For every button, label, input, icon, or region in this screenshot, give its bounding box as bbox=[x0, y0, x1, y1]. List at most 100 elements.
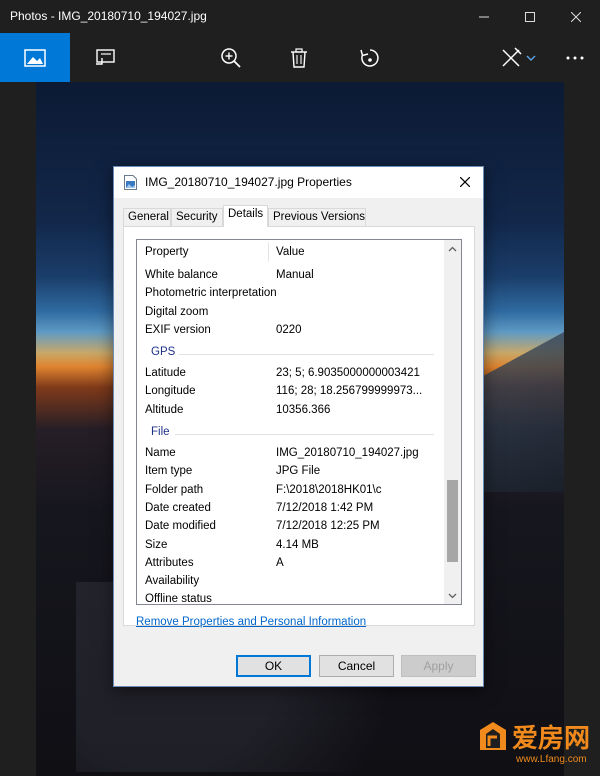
property-value: 7/12/2018 12:25 PM bbox=[276, 520, 380, 532]
close-button[interactable] bbox=[553, 0, 599, 33]
dialog-title-bar: IMG_20180710_194027.jpg Properties bbox=[114, 167, 483, 198]
list-item[interactable]: Date created 7/12/2018 1:42 PM bbox=[137, 500, 442, 518]
maximize-icon bbox=[525, 11, 535, 22]
scroll-down-button[interactable] bbox=[444, 587, 461, 604]
list-item[interactable]: Name IMG_20180710_194027.jpg bbox=[137, 445, 442, 463]
chevron-down-icon bbox=[448, 593, 457, 598]
minimize-icon bbox=[479, 16, 489, 17]
property-name: Folder path bbox=[145, 484, 204, 496]
column-divider[interactable] bbox=[268, 242, 269, 262]
view-image-button[interactable] bbox=[0, 33, 70, 82]
list-item[interactable]: Availability bbox=[137, 573, 442, 591]
rotate-button[interactable] bbox=[345, 33, 395, 82]
group-label: File bbox=[151, 426, 170, 438]
list-item[interactable]: EXIF version 0220 bbox=[137, 322, 442, 340]
list-item[interactable]: Attributes A bbox=[137, 555, 442, 573]
slideshow-button[interactable] bbox=[80, 33, 130, 82]
property-value: A bbox=[276, 557, 284, 569]
list-item[interactable]: Folder path F:\2018\2018HK01\c bbox=[137, 482, 442, 500]
property-name: Photometric interpretation bbox=[145, 287, 277, 299]
dialog-title: IMG_20180710_194027.jpg Properties bbox=[145, 175, 352, 189]
column-header: Property Value bbox=[137, 240, 442, 264]
property-name: Item type bbox=[145, 465, 193, 477]
list-item[interactable]: Date modified 7/12/2018 12:25 PM bbox=[137, 518, 442, 536]
group-divider bbox=[179, 354, 434, 355]
tab-general[interactable]: General bbox=[123, 208, 171, 227]
scroll-up-button[interactable] bbox=[444, 240, 461, 257]
property-value: IMG_20180710_194027.jpg bbox=[276, 447, 419, 459]
properties-dialog: IMG_20180710_194027.jpg Properties Gener… bbox=[113, 166, 484, 687]
rotate-icon bbox=[360, 48, 379, 67]
cancel-button[interactable]: Cancel bbox=[319, 655, 394, 677]
ok-button[interactable]: OK bbox=[236, 655, 311, 677]
edit-button[interactable] bbox=[488, 33, 548, 82]
property-name: White balance bbox=[145, 269, 218, 281]
vertical-scrollbar[interactable] bbox=[444, 240, 461, 604]
chevron-down-icon bbox=[526, 55, 536, 61]
list-item[interactable]: Latitude 23; 5; 6.9035000000003421 bbox=[137, 365, 442, 383]
property-value: Manual bbox=[276, 269, 314, 281]
more-button[interactable] bbox=[552, 33, 598, 82]
chevron-up-icon bbox=[448, 246, 457, 251]
list-item[interactable]: Altitude 10356.366 bbox=[137, 402, 442, 420]
property-name: Digital zoom bbox=[145, 306, 209, 318]
watermark-text: 爱房网 bbox=[512, 724, 591, 754]
dialog-close-button[interactable] bbox=[454, 171, 476, 193]
group-header-gps: GPS bbox=[137, 344, 442, 362]
window-title: Photos - IMG_20180710_194027.jpg bbox=[10, 9, 207, 23]
property-name: Attributes bbox=[145, 557, 194, 569]
tab-previous-versions[interactable]: Previous Versions bbox=[268, 208, 366, 227]
title-bar: Photos - IMG_20180710_194027.jpg bbox=[0, 0, 600, 33]
zoom-icon bbox=[221, 47, 241, 68]
property-name: Date modified bbox=[145, 520, 216, 532]
more-icon bbox=[566, 56, 584, 59]
property-name: Offline status bbox=[145, 593, 212, 605]
property-value: 7/12/2018 1:42 PM bbox=[276, 502, 374, 514]
edit-icon bbox=[502, 46, 522, 67]
list-item[interactable]: Item type JPG File bbox=[137, 463, 442, 481]
delete-button[interactable] bbox=[274, 33, 324, 82]
property-name: EXIF version bbox=[145, 324, 211, 336]
delete-icon bbox=[291, 47, 307, 68]
list-item[interactable]: White balance Manual bbox=[137, 267, 442, 285]
tab-security[interactable]: Security bbox=[171, 208, 223, 227]
property-value: JPG File bbox=[276, 465, 321, 477]
scrollbar-thumb[interactable] bbox=[447, 480, 458, 562]
list-item[interactable]: Longitude 116; 28; 18.256799999973... bbox=[137, 383, 442, 401]
list-item[interactable]: Digital zoom bbox=[137, 304, 442, 322]
group-divider bbox=[175, 434, 434, 435]
property-value: 23; 5; 6.9035000000003421 bbox=[276, 367, 420, 379]
property-value: 4.14 MB bbox=[276, 539, 319, 551]
property-name: Longitude bbox=[145, 385, 196, 397]
list-item[interactable]: Offline status bbox=[137, 591, 442, 605]
close-icon bbox=[460, 177, 470, 187]
list-item[interactable]: Photometric interpretation bbox=[137, 285, 442, 303]
property-name: Altitude bbox=[145, 404, 184, 416]
watermark: 爱房网 www.Lfang.com bbox=[476, 716, 596, 772]
details-panel: Property Value White balance Manual Phot… bbox=[123, 226, 475, 626]
watermark-logo-icon bbox=[480, 722, 506, 750]
group-label: GPS bbox=[151, 346, 176, 358]
close-icon bbox=[571, 11, 581, 22]
toolbar bbox=[0, 33, 600, 82]
remove-properties-link[interactable]: Remove Properties and Personal Informati… bbox=[136, 616, 366, 628]
property-name: Latitude bbox=[145, 367, 186, 379]
apply-button[interactable]: Apply bbox=[401, 655, 476, 677]
zoom-button[interactable] bbox=[206, 33, 256, 82]
maximize-button[interactable] bbox=[507, 0, 553, 33]
tab-details[interactable]: Details bbox=[223, 205, 268, 227]
image-icon bbox=[24, 48, 46, 67]
property-list[interactable]: Property Value White balance Manual Phot… bbox=[136, 239, 462, 605]
property-value: F:\2018\2018HK01\c bbox=[276, 484, 382, 496]
property-name: Date created bbox=[145, 502, 211, 514]
slideshow-icon bbox=[96, 48, 115, 65]
property-value: 116; 28; 18.256799999973... bbox=[276, 385, 423, 397]
property-name: Availability bbox=[145, 575, 200, 587]
property-value: 0220 bbox=[276, 324, 302, 336]
list-item[interactable]: Size 4.14 MB bbox=[137, 537, 442, 555]
column-value[interactable]: Value bbox=[276, 246, 305, 258]
watermark-url: www.Lfang.com bbox=[516, 754, 587, 765]
column-property[interactable]: Property bbox=[145, 246, 188, 258]
file-icon bbox=[124, 175, 137, 190]
minimize-button[interactable] bbox=[461, 0, 507, 33]
